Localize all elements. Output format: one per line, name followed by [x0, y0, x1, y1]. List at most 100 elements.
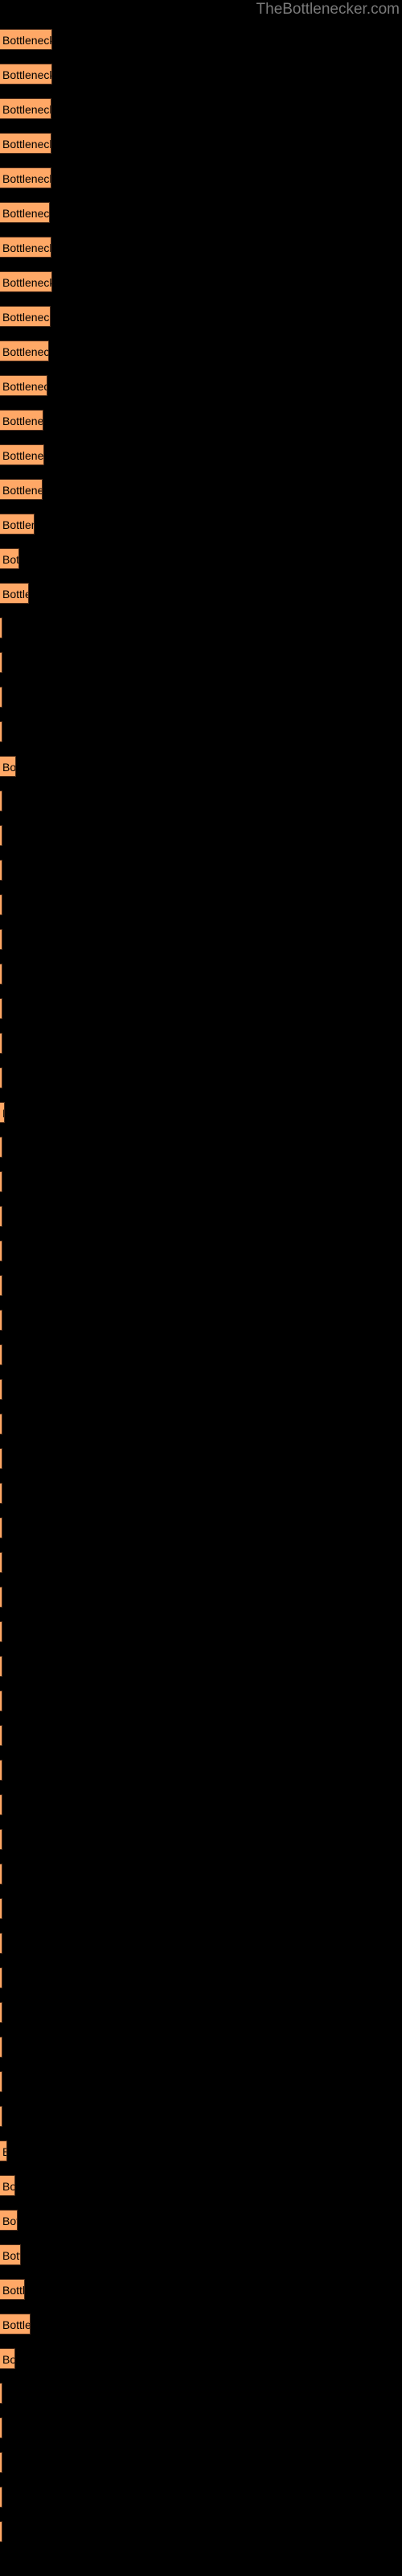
- bar-value-label: Bottleneck result: [2, 276, 52, 289]
- bar-value-label: Bottleneck result: [2, 345, 49, 358]
- bar-value-label: Bottleneck result: [2, 2215, 17, 2227]
- chart-bar: Bottleneck result: [0, 1033, 2, 1054]
- chart-bar: Bottleneck result: [0, 341, 49, 361]
- chart-bar: Bottleneck result: [0, 791, 2, 811]
- chart-bar: Bottleneck result: [0, 2002, 2, 2023]
- chart-bar: Bottleneck result: [0, 2140, 7, 2161]
- chart-bar: Bottleneck result: [0, 583, 29, 604]
- chart-bar: Bottleneck result: [0, 1587, 2, 1608]
- chart-bar: Bottleneck result: [0, 1310, 2, 1331]
- chart-bar: Bottleneck result: [0, 1379, 2, 1400]
- chart-bar: Bottleneck result: [0, 756, 16, 777]
- chart-bar: Bottleneck result: [0, 2521, 2, 2542]
- chart-bar: Bottleneck result: [0, 1414, 2, 1435]
- bar-value-label: Bottleneck result: [2, 242, 51, 254]
- chart-bar: Bottleneck result: [0, 998, 2, 1019]
- chart-bar: Bottleneck result: [0, 1829, 2, 1850]
- chart-bar: Bottleneck result: [0, 237, 51, 258]
- horizontal-bar-chart: Bottleneck result Bottleneck result Bottle…: [0, 0, 402, 2576]
- bar-value-label: Bottleneck result: [2, 484, 42, 497]
- chart-bar: Bottleneck result: [0, 1448, 2, 1469]
- bar-value-label: Bottleneck result: [2, 380, 47, 393]
- bar-value-label: Bottleneck result: [2, 2318, 30, 2331]
- bar-value-label: Bottleneck result: [2, 2353, 15, 2366]
- chart-bar: Bottleneck result: [0, 375, 47, 396]
- chart-bar: Bottleneck result: [0, 1794, 2, 1815]
- bar-value-label: Bottleneck result: [2, 103, 51, 116]
- chart-bar: Bottleneck result: [0, 514, 35, 535]
- chart-bar: Bottleneck result: [0, 825, 2, 846]
- chart-bar: Bottleneck result: [0, 652, 2, 673]
- chart-bar: Bottleneck result: [0, 1171, 2, 1192]
- chart-bar: Bottleneck result: [0, 167, 51, 188]
- bar-value-label: Bottleneck result: [2, 449, 44, 462]
- bar-value-label: Bottleneck result: [2, 311, 51, 324]
- bar-value-label: Bottleneck result: [2, 553, 19, 566]
- chart-bar: Bottleneck result: [0, 2314, 31, 2334]
- chart-bar: Bottleneck result: [0, 617, 2, 638]
- chart-bar: Bottleneck result: [0, 2279, 25, 2300]
- chart-bar: Bottleneck result: [0, 687, 2, 708]
- chart-bar: Bottleneck result: [0, 98, 51, 119]
- chart-bar: Bottleneck result: [0, 2210, 18, 2231]
- chart-bar: Bottleneck result: [0, 306, 51, 327]
- chart-bar: Bottleneck result: [0, 721, 2, 742]
- chart-bar: Bottleneck result: [0, 1898, 2, 1919]
- bar-value-label: Bottleneck result: [2, 518, 34, 531]
- chart-bar: Bottleneck result: [0, 133, 51, 154]
- chart-bar: Bottleneck result: [0, 29, 52, 50]
- bar-value-label: Bottleneck result: [2, 68, 52, 81]
- chart-bar: Bottleneck result: [0, 2106, 2, 2127]
- chart-bar: Bottleneck result: [0, 1690, 2, 1711]
- chart-bar: Bottleneck result: [0, 1483, 2, 1504]
- chart-bar: Bottleneck result: [0, 2071, 2, 2092]
- chart-bar: Bottleneck result: [0, 548, 19, 569]
- chart-bar: Bottleneck result: [0, 1344, 2, 1365]
- chart-bar: Bottleneck result: [0, 929, 2, 950]
- chart-bar: Bottleneck result: [0, 860, 2, 881]
- chart-bar: Bottleneck result: [0, 1275, 2, 1296]
- chart-bar: Bottleneck result: [0, 2244, 21, 2265]
- chart-bar: Bottleneck result: [0, 2175, 15, 2196]
- chart-bar: Bottleneck result: [0, 1067, 2, 1088]
- chart-bar: Bottleneck result: [0, 1933, 2, 1954]
- bar-value-label: Bottleneck result: [2, 172, 51, 185]
- chart-bar: Bottleneck result: [0, 2452, 2, 2473]
- chart-bar: Bottleneck result: [0, 2348, 15, 2369]
- chart-bar: Bottleneck result: [0, 1552, 2, 1573]
- chart-bar: Bottleneck result: [0, 479, 43, 500]
- chart-bar: Bottleneck result: [0, 2487, 2, 2508]
- chart-bar: Bottleneck result: [0, 1517, 2, 1538]
- bar-value-label: Bottleneck result: [2, 2180, 15, 2193]
- chart-bar: Bottleneck result: [0, 2383, 2, 2404]
- chart-bar: Bottleneck result: [0, 410, 43, 431]
- chart-bar: Bottleneck result: [0, 2037, 2, 2058]
- chart-bar: Bottleneck result: [0, 1137, 2, 1158]
- chart-bar: Bottleneck result: [0, 1864, 2, 1885]
- chart-bar: Bottleneck result: [0, 64, 52, 85]
- bar-value-label: Bottleneck result: [2, 2249, 20, 2262]
- bar-value-label: Bottleneck result: [2, 138, 51, 151]
- bar-value-label: Bottleneck result: [2, 207, 50, 220]
- chart-bar: Bottleneck result: [0, 1967, 2, 1988]
- chart-bar: Bottleneck result: [0, 894, 2, 915]
- chart-bar: Bottleneck result: [0, 1656, 2, 1677]
- chart-bar: Bottleneck result: [0, 964, 2, 985]
- bar-value-label: Bottleneck result: [2, 2284, 25, 2297]
- chart-bar: Bottleneck result: [0, 1725, 2, 1746]
- chart-bar: Bottleneck result: [0, 1760, 2, 1781]
- chart-bar: Bottleneck result: [0, 1621, 2, 1642]
- bar-value-label: Bottleneck result: [2, 588, 28, 601]
- chart-bar: Bottleneck result: [0, 271, 52, 292]
- chart-bar: Bottleneck result: [0, 202, 50, 223]
- bar-value-label: Bottleneck result: [2, 34, 52, 47]
- chart-bar: Bottleneck result: [0, 1206, 2, 1227]
- chart-bar: Bottleneck result: [0, 444, 44, 465]
- chart-bar: Bottleneck result: [0, 1102, 5, 1123]
- bar-value-label: Bottleneck result: [2, 761, 16, 774]
- bar-value-label: Bottleneck result: [2, 415, 43, 427]
- bar-value-label: Bottleneck result: [2, 1103, 4, 1122]
- chart-bar: Bottleneck result: [0, 1241, 2, 1261]
- chart-bar: Bottleneck result: [0, 2417, 2, 2438]
- bar-value-label: Bottleneck result: [2, 2141, 6, 2161]
